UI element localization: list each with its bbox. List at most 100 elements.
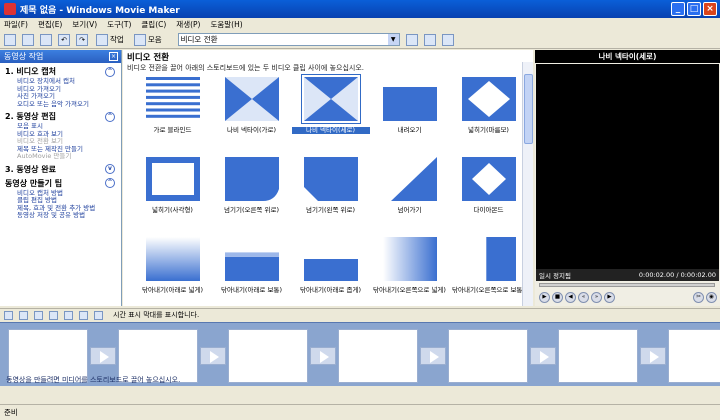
- chevron-down-icon[interactable]: ▼: [387, 34, 399, 45]
- vertical-scrollbar[interactable]: [522, 62, 533, 306]
- play-icon[interactable]: ▶: [539, 291, 550, 303]
- storyboard-clip-slot[interactable]: [448, 329, 528, 383]
- storyboard-transition-slot[interactable]: [640, 347, 666, 365]
- chevron-up-icon[interactable]: ^: [105, 178, 115, 188]
- transition-tile[interactable]: 내려오기: [370, 74, 449, 154]
- content-title: 비디오 전환: [127, 53, 170, 63]
- menu-view[interactable]: 보기(V): [72, 19, 97, 30]
- transition-label: 넘어가기: [397, 206, 422, 214]
- up-folder-icon[interactable]: [405, 33, 418, 46]
- transition-tile[interactable]: 닦아내기(오른쪽으로 넓게): [370, 234, 449, 314]
- transition-tile[interactable]: 다이아몬드: [449, 154, 528, 234]
- play-storyboard-icon[interactable]: [79, 310, 88, 320]
- transition-tile[interactable]: 나비 넥타이(세로): [291, 74, 370, 154]
- collection-select[interactable]: 비디오 전환 ▼: [177, 33, 400, 46]
- collection-content: 비디오 전환 비디오 전환을 끌어 아래의 스토리보드에 있는 두 비디오 클립…: [123, 50, 533, 306]
- seek-bar[interactable]: [539, 283, 715, 287]
- stop-icon[interactable]: ■: [552, 291, 563, 303]
- task-link[interactable]: 동영상 저장 및 공유 방법: [17, 211, 121, 220]
- playback-status: 일시 정지됨: [539, 272, 571, 280]
- redo-icon[interactable]: ↷: [76, 33, 88, 46]
- close-button[interactable]: ×: [703, 2, 717, 16]
- tasks-label: 작업: [110, 35, 124, 44]
- transition-tile[interactable]: 넓히기(마름모): [449, 74, 528, 154]
- menu-play[interactable]: 재생(P): [176, 19, 200, 30]
- bowtie-vertical-icon: [300, 74, 361, 124]
- playback-time: 0:00:02.00 / 0:00:02.00: [638, 271, 716, 279]
- tasks-icon: [96, 33, 108, 46]
- expand-rectangle-icon: [145, 157, 200, 201]
- section-finish: 3. 동영상 완료 v: [0, 164, 121, 175]
- forward-icon[interactable]: »: [591, 291, 602, 303]
- timeline-icon[interactable]: [94, 310, 103, 320]
- transition-label: 넓히기(사각형): [152, 206, 193, 214]
- close-icon[interactable]: ×: [109, 52, 118, 61]
- chevron-up-icon[interactable]: ^: [105, 66, 115, 77]
- chevron-up-icon[interactable]: ^: [105, 111, 115, 122]
- transition-label: 닦아내기(오른쪽으로 보통): [452, 286, 525, 294]
- storyboard-clip-slot[interactable]: [558, 329, 638, 383]
- new-folder-icon[interactable]: [423, 33, 436, 46]
- transition-tile[interactable]: 닦아내기(아래로 넓게): [133, 234, 212, 314]
- diamond-icon: [461, 157, 516, 201]
- split-clip-icon[interactable]: ✂: [693, 291, 704, 303]
- menu-help[interactable]: 도움말(H): [210, 19, 242, 30]
- transition-tile[interactable]: 넓히기(사각형): [133, 154, 212, 234]
- transition-tile[interactable]: 넘기기(오른쪽 위로): [212, 154, 291, 234]
- previous-frame-icon[interactable]: ◀: [565, 291, 576, 303]
- preview-status: 일시 정지됨 0:00:02.00 / 0:00:02.00: [536, 269, 719, 281]
- preview-monitor: 나비 넥타이(세로) 일시 정지됨 0:00:02.00 / 0:00:02.0…: [535, 50, 720, 306]
- rewind-icon[interactable]: «: [578, 291, 589, 303]
- tasks-button[interactable]: 작업: [94, 33, 126, 47]
- transition-tile[interactable]: 넘기기(왼쪽 위로): [291, 154, 370, 234]
- storyboard-transition-slot[interactable]: [90, 347, 116, 365]
- app-icon: [4, 3, 16, 15]
- chevron-down-icon[interactable]: v: [105, 164, 115, 174]
- maximize-button[interactable]: □: [687, 2, 701, 16]
- minimize-button[interactable]: _: [671, 2, 685, 16]
- storyboard-transition-slot[interactable]: [420, 347, 446, 365]
- scrollbar-thumb[interactable]: [524, 74, 533, 144]
- status-bar: 준비: [0, 404, 720, 420]
- transition-tile[interactable]: 나비 넥타이(가로): [212, 74, 291, 154]
- zoom-out-icon[interactable]: [49, 310, 58, 320]
- zoom-in-icon[interactable]: [34, 310, 43, 320]
- open-project-icon[interactable]: [22, 33, 34, 46]
- undo-icon[interactable]: ↶: [58, 33, 70, 46]
- transition-grid: 가로 블라인드 나비 넥타이(가로) 나비 넥타이(세로) 내려오기 넓히기(마름모) 넓…: [133, 74, 528, 314]
- take-picture-icon[interactable]: ◉: [706, 291, 717, 303]
- storyboard-transition-slot[interactable]: [310, 347, 336, 365]
- menu-edit[interactable]: 편집(E): [38, 19, 62, 30]
- task-link[interactable]: 오디오 또는 음악 가져오기: [17, 100, 121, 109]
- section-capture: 1. 비디오 캡처 ^ 비디오 장치에서 캡처 비디오 가져오기 사진 가져오기 …: [0, 66, 121, 108]
- storyboard-icon[interactable]: [4, 310, 13, 320]
- storyboard-clip-slot[interactable]: [338, 329, 418, 383]
- section-edit: 2. 동영상 편집 ^ 모음 표시 비디오 효과 보기 비디오 전환 보기 제목 …: [0, 111, 121, 161]
- collections-button[interactable]: 모음: [132, 33, 164, 47]
- rewind-storyboard-icon[interactable]: [64, 310, 73, 320]
- transition-tile[interactable]: 가로 블라인드: [133, 74, 212, 154]
- views-icon[interactable]: [441, 33, 454, 46]
- status-text: 준비: [4, 408, 18, 417]
- save-project-icon[interactable]: [40, 33, 52, 46]
- diagonal-wipe-icon: [382, 157, 437, 201]
- next-frame-icon[interactable]: ▶: [604, 291, 615, 303]
- transition-tile[interactable]: 닦아내기(아래로 보통): [212, 234, 291, 314]
- page-curl-right-up-icon: [224, 157, 279, 201]
- transition-tile[interactable]: 닦아내기(오른쪽으로 보통): [449, 234, 528, 314]
- slide-down-icon: [382, 77, 437, 121]
- transition-tile[interactable]: 넘어가기: [370, 154, 449, 234]
- narration-icon[interactable]: [19, 310, 28, 320]
- menu-tools[interactable]: 도구(T): [107, 19, 131, 30]
- menu-clip[interactable]: 클립(C): [141, 19, 166, 30]
- storyboard-transition-slot[interactable]: [530, 347, 556, 365]
- transition-tile[interactable]: 닦아내기(아래로 좁게): [291, 234, 370, 314]
- show-timeline-label[interactable]: 시간 표시 막대를 표시합니다.: [113, 310, 199, 320]
- storyboard-clip-slot[interactable]: [228, 329, 308, 383]
- menu-file[interactable]: 파일(F): [4, 19, 28, 30]
- blinds-horizontal-icon: [145, 77, 200, 121]
- storyboard-transition-slot[interactable]: [200, 347, 226, 365]
- wipe-down-wide-icon: [145, 237, 200, 281]
- storyboard-clip-slot[interactable]: [668, 329, 720, 383]
- new-project-icon[interactable]: [4, 33, 16, 46]
